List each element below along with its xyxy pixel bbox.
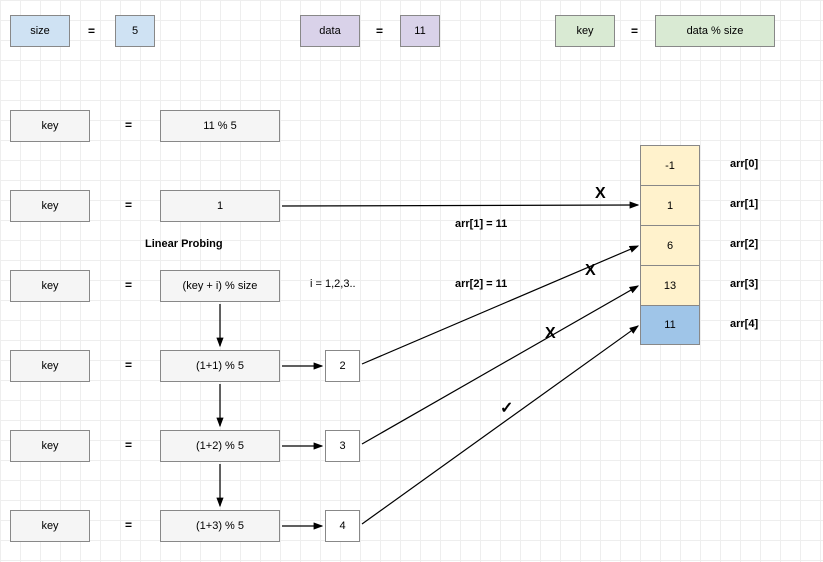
key-box: key [10,510,90,542]
equals: = [125,438,132,452]
array-cell: 1 [640,185,700,225]
size-value: 5 [132,25,138,37]
section-title: Linear Probing [145,238,223,250]
expr-box: (1+2) % 5 [160,430,280,462]
data-value-box: 11 [400,15,440,47]
expr-box: 1 [160,190,280,222]
i-note: i = 1,2,3.. [310,278,356,290]
expr-box: 11 % 5 [160,110,280,142]
check-mark: ✓ [500,398,513,418]
equals: = [631,24,638,38]
key-formula: data % size [687,25,744,37]
key-formula-box: data % size [655,15,775,47]
key-box: key [10,110,90,142]
size-value-box: 5 [115,15,155,47]
expr-box: (1+3) % 5 [160,510,280,542]
result-box: 2 [325,350,360,382]
data-label: data [319,25,340,37]
array-label: arr[4] [730,318,758,330]
x-mark: X [545,325,556,343]
result-box: 4 [325,510,360,542]
equals: = [125,518,132,532]
array-cell: 11 [640,305,700,345]
array-label: arr[0] [730,158,758,170]
expr-box: (1+1) % 5 [160,350,280,382]
key-box: key [10,190,90,222]
arr1-note: arr[1] = 11 [455,218,507,230]
arr2-note: arr[2] = 11 [455,278,507,290]
key-box: key [10,270,90,302]
size-label: size [30,25,50,37]
equals: = [125,278,132,292]
data-value: 11 [414,25,425,37]
equals: = [125,198,132,212]
key-label-box: key [555,15,615,47]
array-cell: -1 [640,145,700,185]
x-mark: X [585,262,596,280]
key-box: key [10,350,90,382]
array-cell: 6 [640,225,700,265]
size-label-box: size [10,15,70,47]
expr-box: (key + i) % size [160,270,280,302]
x-mark: X [595,185,606,203]
array-cell: 13 [640,265,700,305]
array-label: arr[1] [730,198,758,210]
result-box: 3 [325,430,360,462]
array-label: arr[3] [730,278,758,290]
array-label: arr[2] [730,238,758,250]
equals: = [88,24,95,38]
key-box: key [10,430,90,462]
data-label-box: data [300,15,360,47]
equals: = [125,358,132,372]
equals: = [376,24,383,38]
key-label: key [576,25,593,37]
equals: = [125,118,132,132]
